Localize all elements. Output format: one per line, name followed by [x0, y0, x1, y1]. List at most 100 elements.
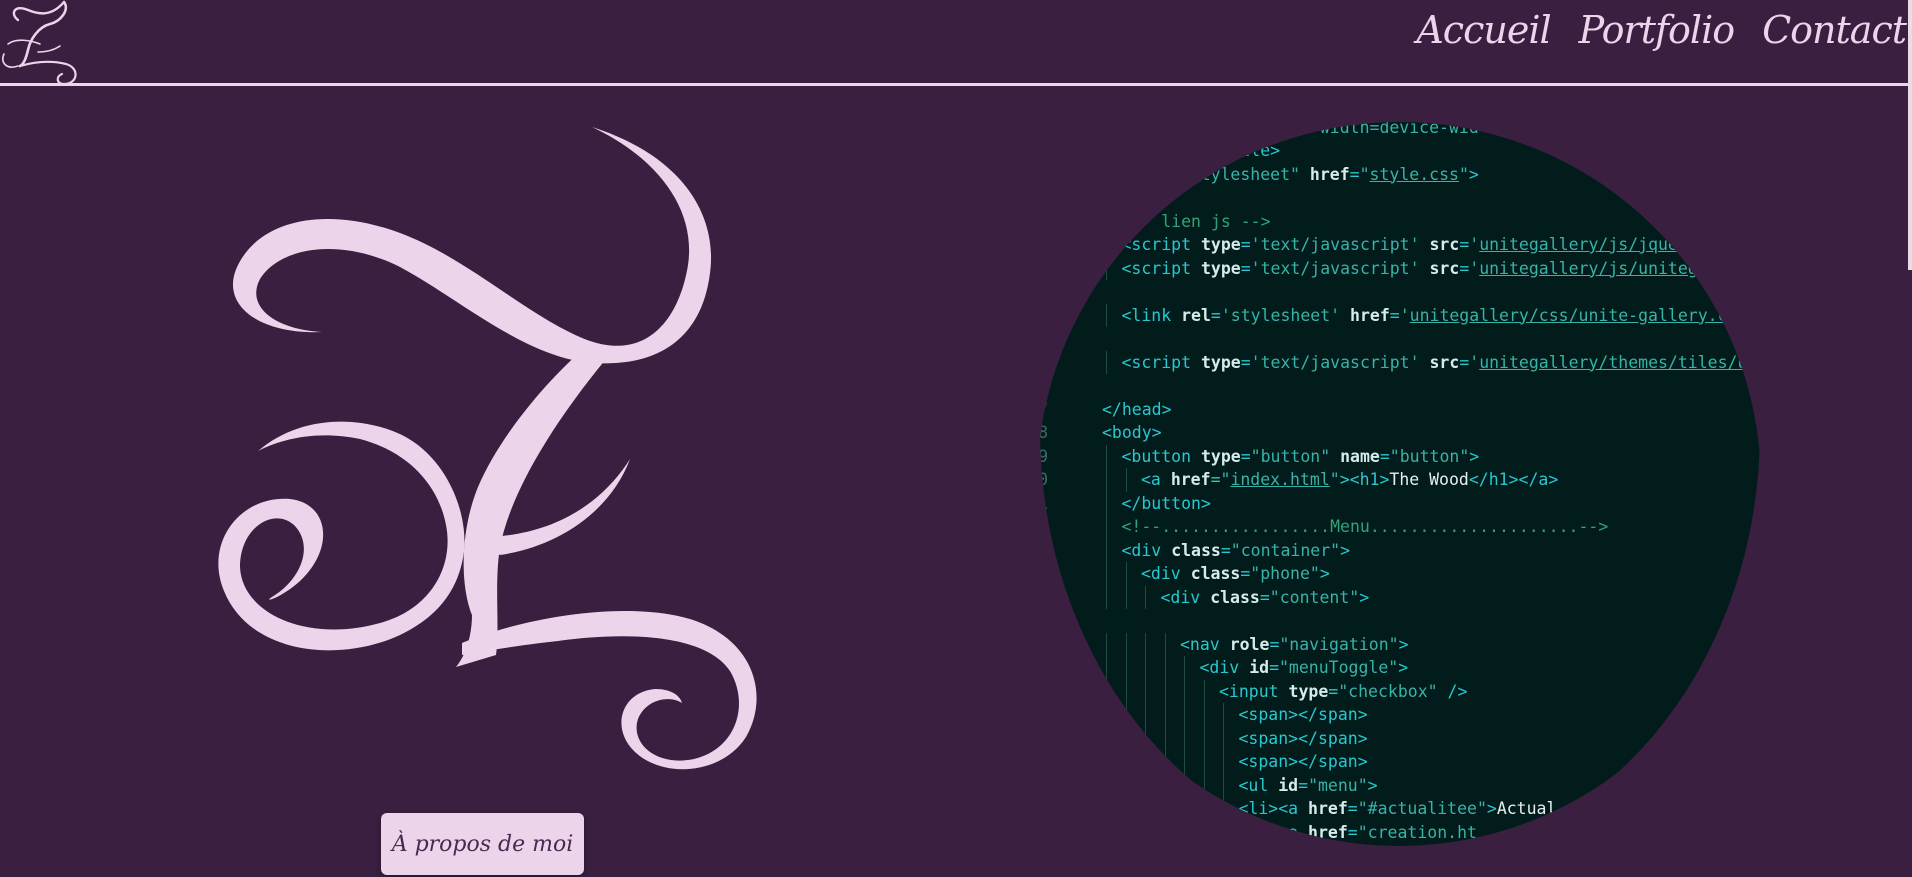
indent-guide — [1106, 656, 1107, 680]
code-line: 1 </button> — [1040, 491, 1760, 515]
code-token: id — [1249, 658, 1270, 677]
code-line: iewport" content="width=device-wid — [1040, 117, 1760, 139]
code-token: " — [1329, 470, 1340, 489]
code-token: = — [1298, 775, 1309, 795]
indent-guide — [1184, 703, 1185, 727]
code-text: <script type='text/javascript' src='unit… — [1122, 351, 1761, 375]
code-token: </h1></a> — [1468, 470, 1559, 489]
indent-guide — [1106, 92, 1107, 116]
code-token: class — [1190, 564, 1241, 583]
code-text: <span></span> — [1239, 727, 1368, 751]
nav-link-contact[interactable]: Contact — [1762, 8, 1907, 52]
code-line: 7 </head> — [1040, 398, 1760, 422]
code-token: "content" — [1269, 587, 1360, 607]
code-token: = — [1299, 117, 1310, 137]
indent-guide — [1145, 632, 1146, 656]
code-text: <script type='text/javascript' src='unit… — [1122, 233, 1728, 257]
indent-guide — [1184, 726, 1185, 750]
code-text: <span></span> — [1239, 703, 1368, 727]
code-token: 'text/javascript' — [1250, 258, 1420, 278]
nav-link-portfolio[interactable]: Portfolio — [1579, 8, 1735, 52]
code-line: <!--.................Menu...............… — [1040, 515, 1760, 539]
indent-guide — [1145, 656, 1146, 680]
nav-link-accueil[interactable]: Accueil — [1416, 8, 1551, 52]
indent-guide — [1184, 679, 1185, 703]
code-token: ' — [1469, 235, 1480, 254]
code-token: type — [1200, 258, 1241, 278]
code-text: <a href="index.html"><h1>The Wood</h1></… — [1141, 468, 1558, 492]
code-text: <!--.................Menu...............… — [1122, 515, 1609, 539]
code-token: style.css — [1369, 164, 1459, 184]
header: Accueil Portfolio Contact — [0, 0, 1912, 86]
indent-guide — [1184, 820, 1185, 844]
about-me-button[interactable]: À propos de moi — [381, 813, 584, 875]
indent-guide — [1106, 122, 1107, 139]
code-token: <input — [1219, 681, 1279, 701]
code-token: src — [1429, 235, 1460, 254]
code-token: <script — [1121, 258, 1192, 278]
code-token: = — [1210, 305, 1221, 325]
code-line: <li><a href="creation.ht — [1040, 820, 1760, 844]
indent-guide — [1125, 726, 1127, 750]
indent-guide — [1164, 632, 1166, 656]
code-line: <script type='text/javascript' src='unit… — [1040, 256, 1760, 280]
indent-guide — [1106, 703, 1107, 727]
code-text: <link rel='stylesheet' href='unitegaller… — [1122, 304, 1758, 328]
code-token: class — [1210, 587, 1260, 607]
code-token: <div — [1199, 658, 1240, 677]
indent-guide — [1203, 726, 1205, 750]
indent-guide — [1203, 750, 1205, 774]
header-divider — [0, 83, 1912, 86]
indent-guide — [1125, 468, 1127, 492]
code-token: ><h1> — [1339, 470, 1390, 489]
indent-guide — [1164, 656, 1166, 680]
indent-guide — [1125, 122, 1127, 139]
code-token: > — [1367, 775, 1378, 795]
indent-guide — [1223, 820, 1224, 844]
indent-guide — [1223, 750, 1224, 774]
indent-guide — [1164, 797, 1166, 821]
code-line: <div id="menuToggle"> — [1040, 656, 1760, 680]
code-token: 'text/javascript' — [1250, 352, 1420, 372]
code-line: <input type="checkbox" /> — [1040, 679, 1760, 703]
code-line: e Wood</title> — [1040, 139, 1760, 163]
indent-guide — [1203, 703, 1205, 727]
indent-guide — [1203, 820, 1205, 844]
code-token: <!--.................Menu...............… — [1121, 517, 1609, 536]
code-line: 9 <button type="button" name="button"> — [1040, 444, 1760, 468]
code-token: = — [1240, 235, 1251, 254]
code-line: <script type='text/javascript' src='unit… — [1040, 233, 1760, 257]
code-token: = — [1459, 258, 1470, 278]
code-token: > — [1359, 587, 1370, 607]
code-line: <span></span> — [1040, 726, 1760, 751]
code-line: <span></span> — [1040, 703, 1760, 727]
code-token: = — [1349, 164, 1360, 184]
indent-guide — [1106, 209, 1107, 233]
code-token: src — [1429, 258, 1460, 278]
code-token: " — [1220, 470, 1231, 489]
code-token: = — [1269, 658, 1279, 677]
indent-guide — [1223, 773, 1224, 797]
code-token: <span></span> — [1238, 752, 1368, 771]
page: Accueil Portfolio Contact À propos de mo… — [0, 0, 1912, 877]
code-token: rel — [1141, 164, 1171, 184]
scrollbar-thumb[interactable] — [1908, 0, 1912, 270]
z-monogram-logo-icon[interactable] — [0, 0, 80, 86]
main-nav: Accueil Portfolio Contact — [1416, 8, 1907, 52]
scrollbar[interactable] — [1908, 0, 1912, 877]
indent-guide — [1106, 726, 1107, 750]
code-token: href — [1350, 305, 1390, 325]
